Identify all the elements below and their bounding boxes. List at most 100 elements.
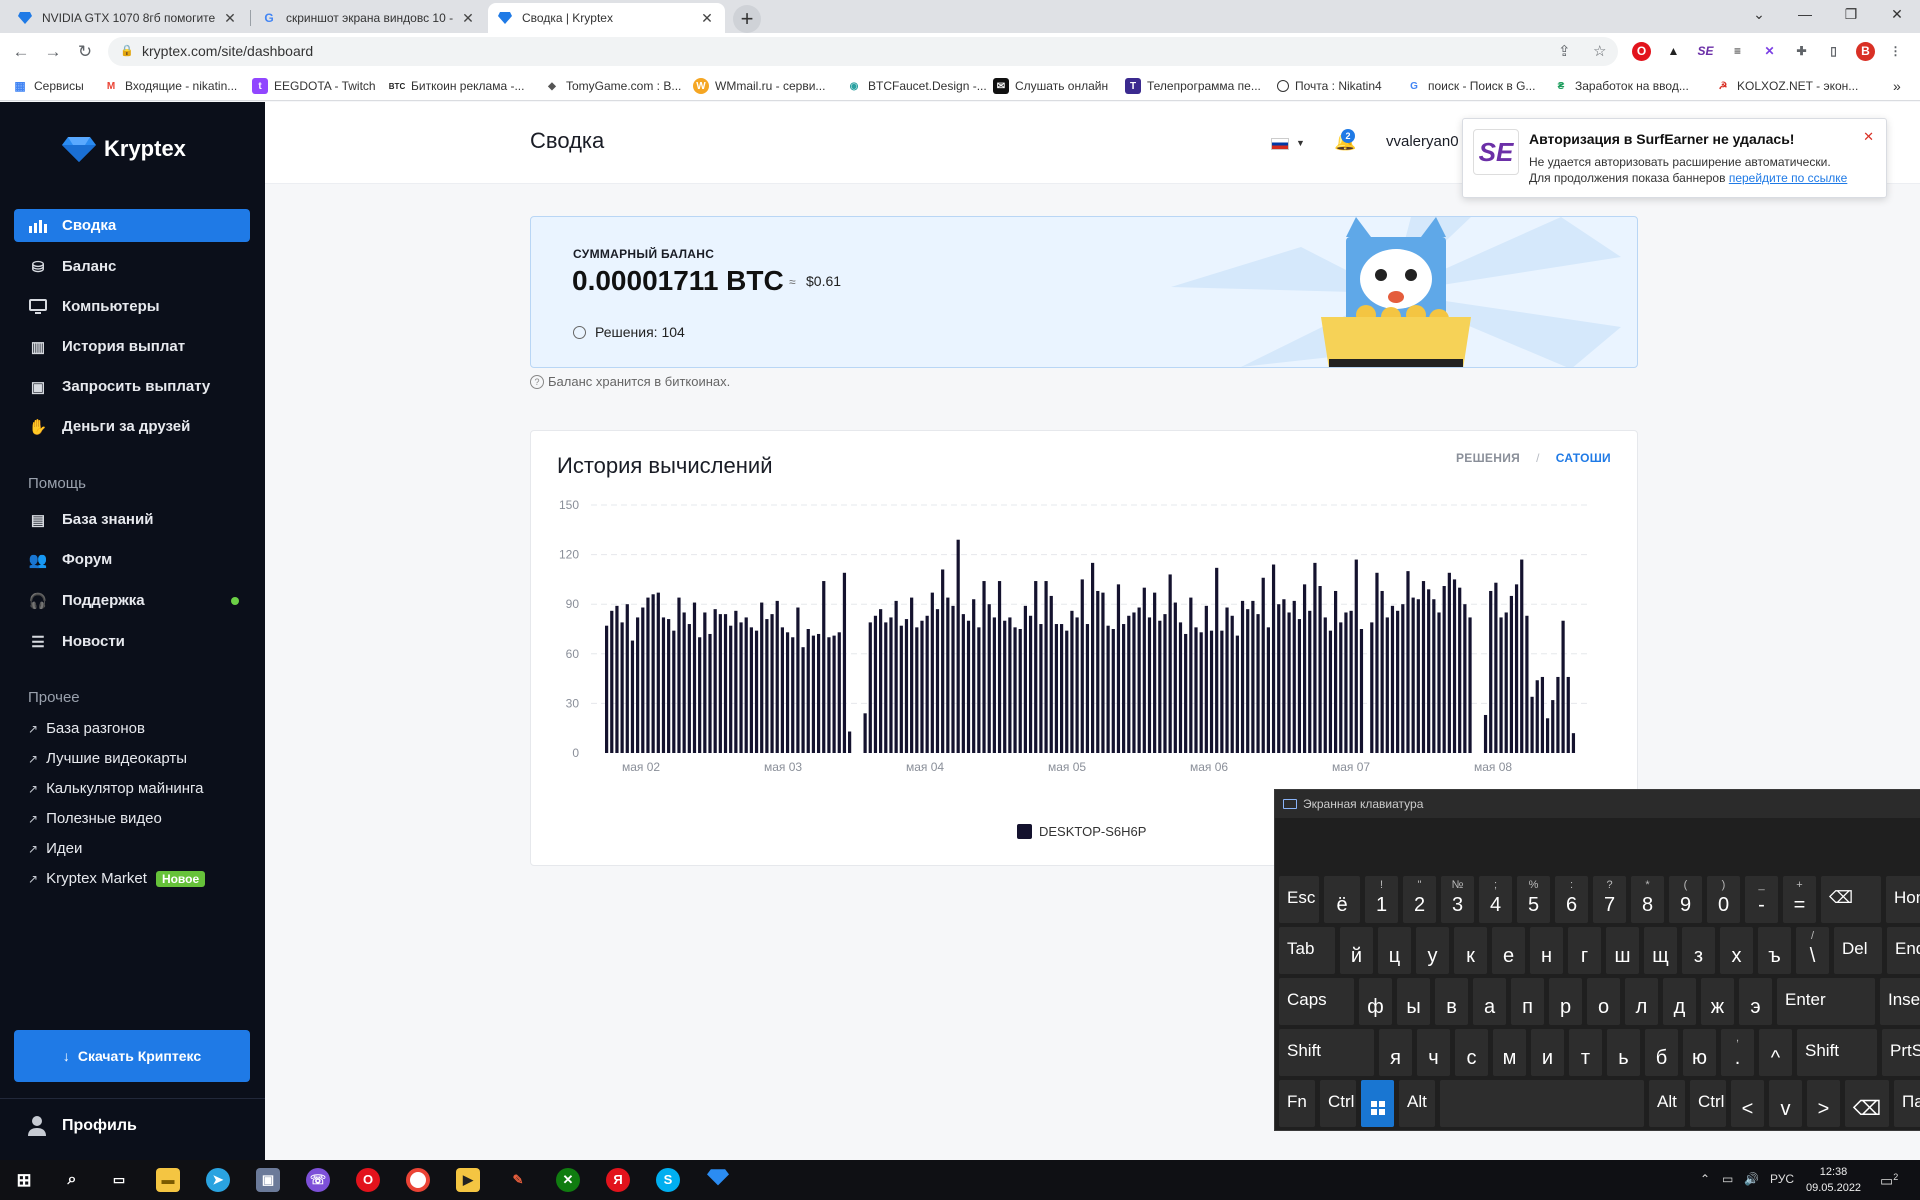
keyboard-key[interactable]: (9 bbox=[1669, 876, 1702, 923]
keyboard-key[interactable]: Ctrl bbox=[1690, 1080, 1726, 1127]
bookmark-listen[interactable]: ✉ Слушать онлайн bbox=[993, 77, 1108, 95]
sidebar-item-summary[interactable]: Сводка bbox=[14, 209, 250, 242]
keyboard-key[interactable]: и bbox=[1531, 1029, 1564, 1076]
restore-icon[interactable]: ❐ bbox=[1828, 0, 1874, 30]
keyboard-key[interactable] bbox=[1440, 1080, 1644, 1127]
opera-extension-icon[interactable]: O bbox=[1632, 42, 1651, 61]
keyboard-key[interactable]: ж bbox=[1701, 978, 1734, 1025]
keyboard-key[interactable] bbox=[1361, 1080, 1394, 1127]
sidebar-item-payout-history[interactable]: ▥ История выплат bbox=[14, 330, 250, 363]
link-kryptex-market[interactable]: ↗ Kryptex Market Новое bbox=[28, 870, 206, 887]
keyboard-key[interactable]: < bbox=[1731, 1080, 1764, 1127]
keyboard-key[interactable]: Alt bbox=[1649, 1080, 1685, 1127]
keyboard-key[interactable]: :6 bbox=[1555, 876, 1588, 923]
extension-icon[interactable]: ≡ bbox=[1728, 42, 1747, 61]
keyboard-key[interactable]: ъ bbox=[1758, 927, 1791, 974]
app-icon[interactable]: ✎ bbox=[506, 1168, 530, 1192]
notification-link[interactable]: перейдите по ссылке bbox=[1729, 171, 1848, 185]
link-mining-calculator[interactable]: ↗ Калькулятор майнинга bbox=[28, 780, 204, 797]
sidebar-item-knowledge-base[interactable]: ▤ База знаний bbox=[14, 503, 250, 536]
bookmark-twitch[interactable]: t EEGDOTA - Twitch bbox=[252, 77, 376, 95]
close-tab-icon[interactable]: ✕ bbox=[699, 10, 715, 27]
volume-icon[interactable]: 🔊 bbox=[1744, 1172, 1759, 1186]
close-tab-icon[interactable]: ✕ bbox=[222, 10, 238, 27]
keyboard-key[interactable]: ^ bbox=[1759, 1029, 1792, 1076]
keyboard-key[interactable]: Alt bbox=[1399, 1080, 1435, 1127]
bookmark-star-icon[interactable]: ☆ bbox=[1593, 37, 1606, 66]
tab-kryptex[interactable]: Сводка | Kryptex ✕ bbox=[488, 3, 725, 33]
download-kryptex-button[interactable]: ↓ Скачать Криптекс bbox=[14, 1030, 250, 1082]
tab-search-icon[interactable]: ⌄ bbox=[1736, 0, 1782, 30]
bookmark-google-search[interactable]: Gпоиск - Поиск в G... bbox=[1406, 77, 1535, 95]
bookmark-mail[interactable]: Почта : Nikatin4 bbox=[1277, 77, 1382, 95]
bookmark-earnings[interactable]: ₴ Заработок на ввод... bbox=[1553, 77, 1689, 95]
keyboard-key[interactable]: v bbox=[1769, 1080, 1802, 1127]
keyboard-key[interactable]: End bbox=[1887, 927, 1920, 974]
keyboard-key[interactable]: ш bbox=[1606, 927, 1639, 974]
bookmark-kolxoz[interactable]: ☭ KOLXOZ.NET - экон... bbox=[1715, 77, 1859, 95]
keyboard-key[interactable]: з bbox=[1682, 927, 1715, 974]
keyboard-key[interactable]: ⌫ bbox=[1821, 876, 1881, 923]
side-panel-icon[interactable]: ▯ bbox=[1824, 42, 1843, 61]
keyboard-key[interactable]: Enter bbox=[1777, 978, 1875, 1025]
back-icon[interactable]: ← bbox=[8, 39, 34, 65]
sidebar-item-news[interactable]: ☰ Новости bbox=[14, 625, 250, 658]
keyboard-key[interactable]: б bbox=[1645, 1029, 1678, 1076]
address-bar[interactable]: 🔒 kryptex.com/site/dashboard ⇪ ☆ bbox=[108, 37, 1618, 66]
keyboard-key[interactable]: Fn bbox=[1279, 1080, 1315, 1127]
keyboard-key[interactable]: ы bbox=[1397, 978, 1430, 1025]
network-icon[interactable]: ▭ bbox=[1722, 1172, 1733, 1186]
keyboard-key[interactable]: ? 7 bbox=[1593, 876, 1626, 923]
viber-icon[interactable]: ☏ bbox=[306, 1168, 330, 1192]
new-tab-button[interactable]: + bbox=[733, 5, 761, 33]
kryptex-taskbar-icon[interactable] bbox=[706, 1168, 730, 1192]
keyboard-key[interactable]: Del bbox=[1834, 927, 1882, 974]
minimize-icon[interactable]: — bbox=[1782, 0, 1828, 30]
close-icon[interactable]: ✕ bbox=[1863, 129, 1874, 145]
keyboard-key[interactable]: ) 0 bbox=[1707, 876, 1740, 923]
keyboard-key[interactable]: х bbox=[1720, 927, 1753, 974]
keyboard-key[interactable]: р bbox=[1549, 978, 1582, 1025]
close-window-icon[interactable]: ✕ bbox=[1874, 0, 1920, 30]
keyboard-key[interactable]: в bbox=[1435, 978, 1468, 1025]
surfearner-extension-icon[interactable]: SE bbox=[1696, 42, 1715, 61]
keyboard-key[interactable]: т bbox=[1569, 1029, 1602, 1076]
search-icon[interactable]: ⌕ bbox=[60, 1168, 84, 1192]
keyboard-key[interactable]: о bbox=[1587, 978, 1620, 1025]
extensions-puzzle-icon[interactable]: ✚ bbox=[1792, 42, 1811, 61]
keyboard-key[interactable]: я bbox=[1379, 1029, 1412, 1076]
chart-legend[interactable]: DESKTOP-S6H6P bbox=[1017, 824, 1146, 839]
keyboard-key[interactable]: Shift bbox=[1279, 1029, 1374, 1076]
keyboard-key[interactable]: п bbox=[1511, 978, 1544, 1025]
close-tab-icon[interactable]: ✕ bbox=[460, 10, 476, 27]
keyboard-key[interactable]: е bbox=[1492, 927, 1525, 974]
tab-nvidia[interactable]: NVIDIA GTX 1070 8гб помогите ✕ bbox=[8, 3, 248, 33]
skype-icon[interactable]: S bbox=[656, 1168, 680, 1192]
keyboard-key[interactable]: PrtS bbox=[1882, 1029, 1920, 1076]
sidebar-item-request-payout[interactable]: ▣ Запросить выплату bbox=[14, 370, 250, 403]
bookmarks-overflow-icon[interactable]: » bbox=[1893, 77, 1901, 95]
toggle-satoshi[interactable]: САТОШИ bbox=[1556, 451, 1611, 465]
keyboard-language[interactable]: РУС bbox=[1770, 1172, 1794, 1186]
menu-kebab-icon[interactable]: ⋮ bbox=[1886, 42, 1905, 61]
action-center-icon[interactable]: ▭2 bbox=[1880, 1172, 1898, 1190]
keyboard-key[interactable]: > bbox=[1807, 1080, 1840, 1127]
keyboard-key[interactable]: ц bbox=[1378, 927, 1411, 974]
keyboard-key[interactable]: Hon bbox=[1886, 876, 1920, 923]
bookmark-services[interactable]: ▦ Сервисы bbox=[12, 77, 83, 95]
keyboard-key[interactable]: Caps bbox=[1279, 978, 1354, 1025]
sidebar-item-balance[interactable]: ⛁ Баланс bbox=[14, 250, 250, 283]
link-useful-videos[interactable]: ↗ Полезные видео bbox=[28, 810, 162, 827]
toggle-solutions[interactable]: РЕШЕНИЯ bbox=[1456, 451, 1520, 465]
keyboard-key[interactable]: г bbox=[1568, 927, 1601, 974]
chevron-down-icon[interactable]: ▼ bbox=[1296, 138, 1305, 148]
taskbar-clock[interactable]: 12:38 09.05.2022 bbox=[1806, 1164, 1861, 1196]
keyboard-key[interactable]: ё bbox=[1324, 876, 1360, 923]
keyboard-title-bar[interactable]: Экранная клавиатура bbox=[1275, 790, 1920, 818]
file-explorer-icon[interactable]: ▬ bbox=[156, 1168, 180, 1192]
profile-avatar[interactable]: В bbox=[1856, 42, 1875, 61]
keyboard-key[interactable]: Ctrl bbox=[1320, 1080, 1356, 1127]
keyboard-key[interactable]: Парам bbox=[1894, 1080, 1920, 1127]
keyboard-key[interactable]: ,. bbox=[1721, 1029, 1754, 1076]
tab-google[interactable]: G скриншот экрана виндовс 10 - ✕ bbox=[252, 3, 486, 33]
